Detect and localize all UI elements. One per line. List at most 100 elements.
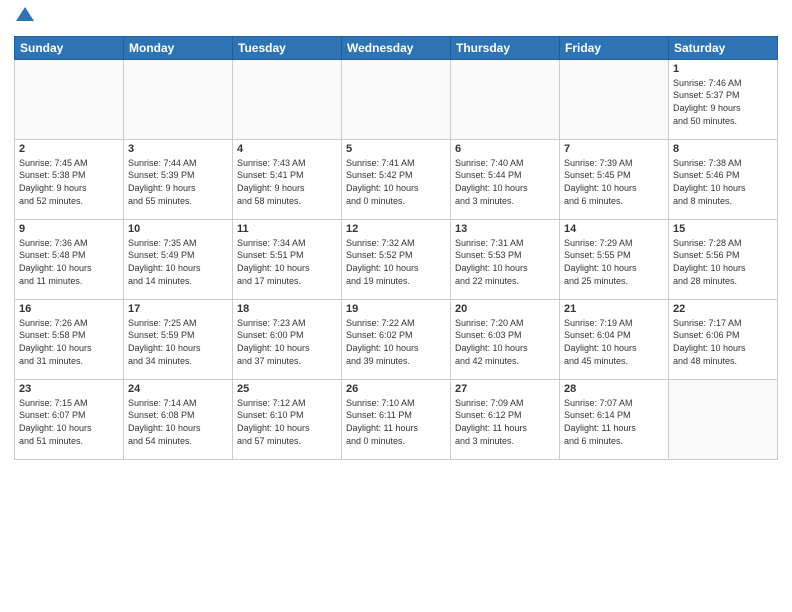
day-cell: 28 Sunrise: 7:07 AM Sunset: 6:14 PM Dayli…	[560, 379, 669, 459]
day-cell: 13 Sunrise: 7:31 AM Sunset: 5:53 PM Dayli…	[451, 219, 560, 299]
day-number: 2	[19, 143, 119, 155]
day-number: 19	[346, 303, 446, 315]
day-cell	[15, 59, 124, 139]
day-cell: 17 Sunrise: 7:25 AM Sunset: 5:59 PM Dayli…	[124, 299, 233, 379]
day-number: 17	[128, 303, 228, 315]
logo-text	[14, 10, 34, 30]
day-cell: 27 Sunrise: 7:09 AM Sunset: 6:12 PM Dayli…	[451, 379, 560, 459]
day-number: 24	[128, 383, 228, 395]
day-info: Sunrise: 7:07 AM Sunset: 6:14 PM Dayligh…	[564, 397, 664, 447]
day-cell: 6 Sunrise: 7:40 AM Sunset: 5:44 PM Daylig…	[451, 139, 560, 219]
day-cell: 21 Sunrise: 7:19 AM Sunset: 6:04 PM Dayli…	[560, 299, 669, 379]
day-info: Sunrise: 7:45 AM Sunset: 5:38 PM Dayligh…	[19, 157, 119, 207]
week-row-2: 9Sunrise: 7:36 AM Sunset: 5:48 PM Daylig…	[15, 219, 778, 299]
day-number: 3	[128, 143, 228, 155]
day-cell: 11 Sunrise: 7:34 AM Sunset: 5:51 PM Dayli…	[233, 219, 342, 299]
day-number: 11	[237, 223, 337, 235]
weekday-header-monday: Monday	[124, 36, 233, 59]
week-row-0: 1 Sunrise: 7:46 AM Sunset: 5:37 PM Daylig…	[15, 59, 778, 139]
day-info: Sunrise: 7:46 AM Sunset: 5:37 PM Dayligh…	[673, 77, 773, 127]
day-cell: 9Sunrise: 7:36 AM Sunset: 5:48 PM Daylig…	[15, 219, 124, 299]
day-cell: 23 Sunrise: 7:15 AM Sunset: 6:07 PM Dayli…	[15, 379, 124, 459]
day-info: Sunrise: 7:19 AM Sunset: 6:04 PM Dayligh…	[564, 317, 664, 367]
day-number: 8	[673, 143, 773, 155]
day-info: Sunrise: 7:17 AM Sunset: 6:06 PM Dayligh…	[673, 317, 773, 367]
day-cell	[124, 59, 233, 139]
day-cell	[451, 59, 560, 139]
day-number: 15	[673, 223, 773, 235]
logo	[14, 10, 34, 30]
day-cell: 7Sunrise: 7:39 AM Sunset: 5:45 PM Daylig…	[560, 139, 669, 219]
day-info: Sunrise: 7:28 AM Sunset: 5:56 PM Dayligh…	[673, 237, 773, 287]
day-cell: 4 Sunrise: 7:43 AM Sunset: 5:41 PM Daylig…	[233, 139, 342, 219]
day-info: Sunrise: 7:14 AM Sunset: 6:08 PM Dayligh…	[128, 397, 228, 447]
day-info: Sunrise: 7:12 AM Sunset: 6:10 PM Dayligh…	[237, 397, 337, 447]
day-number: 26	[346, 383, 446, 395]
day-number: 27	[455, 383, 555, 395]
day-cell	[560, 59, 669, 139]
page: SundayMondayTuesdayWednesdayThursdayFrid…	[0, 0, 792, 612]
day-cell: 5Sunrise: 7:41 AM Sunset: 5:42 PM Daylig…	[342, 139, 451, 219]
day-cell: 3 Sunrise: 7:44 AM Sunset: 5:39 PM Daylig…	[124, 139, 233, 219]
calendar: SundayMondayTuesdayWednesdayThursdayFrid…	[14, 36, 778, 460]
weekday-header-tuesday: Tuesday	[233, 36, 342, 59]
day-cell: 1 Sunrise: 7:46 AM Sunset: 5:37 PM Daylig…	[669, 59, 778, 139]
day-info: Sunrise: 7:43 AM Sunset: 5:41 PM Dayligh…	[237, 157, 337, 207]
weekday-header-friday: Friday	[560, 36, 669, 59]
day-info: Sunrise: 7:34 AM Sunset: 5:51 PM Dayligh…	[237, 237, 337, 287]
day-number: 1	[673, 63, 773, 75]
week-row-4: 23 Sunrise: 7:15 AM Sunset: 6:07 PM Dayli…	[15, 379, 778, 459]
day-number: 4	[237, 143, 337, 155]
day-cell: 22 Sunrise: 7:17 AM Sunset: 6:06 PM Dayli…	[669, 299, 778, 379]
week-row-1: 2 Sunrise: 7:45 AM Sunset: 5:38 PM Daylig…	[15, 139, 778, 219]
day-cell: 16 Sunrise: 7:26 AM Sunset: 5:58 PM Dayli…	[15, 299, 124, 379]
weekday-header-wednesday: Wednesday	[342, 36, 451, 59]
day-info: Sunrise: 7:31 AM Sunset: 5:53 PM Dayligh…	[455, 237, 555, 287]
day-info: Sunrise: 7:38 AM Sunset: 5:46 PM Dayligh…	[673, 157, 773, 207]
day-info: Sunrise: 7:09 AM Sunset: 6:12 PM Dayligh…	[455, 397, 555, 447]
week-row-3: 16 Sunrise: 7:26 AM Sunset: 5:58 PM Dayli…	[15, 299, 778, 379]
day-info: Sunrise: 7:40 AM Sunset: 5:44 PM Dayligh…	[455, 157, 555, 207]
day-cell: 10 Sunrise: 7:35 AM Sunset: 5:49 PM Dayli…	[124, 219, 233, 299]
day-number: 12	[346, 223, 446, 235]
day-info: Sunrise: 7:15 AM Sunset: 6:07 PM Dayligh…	[19, 397, 119, 447]
day-number: 22	[673, 303, 773, 315]
day-cell: 18 Sunrise: 7:23 AM Sunset: 6:00 PM Dayli…	[233, 299, 342, 379]
day-cell: 15 Sunrise: 7:28 AM Sunset: 5:56 PM Dayli…	[669, 219, 778, 299]
day-info: Sunrise: 7:10 AM Sunset: 6:11 PM Dayligh…	[346, 397, 446, 447]
day-info: Sunrise: 7:26 AM Sunset: 5:58 PM Dayligh…	[19, 317, 119, 367]
day-number: 9	[19, 223, 119, 235]
logo-triangle-icon	[16, 7, 34, 25]
day-info: Sunrise: 7:20 AM Sunset: 6:03 PM Dayligh…	[455, 317, 555, 367]
day-cell: 2 Sunrise: 7:45 AM Sunset: 5:38 PM Daylig…	[15, 139, 124, 219]
header	[14, 10, 778, 30]
day-cell: 8 Sunrise: 7:38 AM Sunset: 5:46 PM Daylig…	[669, 139, 778, 219]
weekday-header-thursday: Thursday	[451, 36, 560, 59]
day-number: 20	[455, 303, 555, 315]
day-number: 10	[128, 223, 228, 235]
day-cell: 24 Sunrise: 7:14 AM Sunset: 6:08 PM Dayli…	[124, 379, 233, 459]
day-number: 7	[564, 143, 664, 155]
weekday-header-row: SundayMondayTuesdayWednesdayThursdayFrid…	[15, 36, 778, 59]
day-number: 13	[455, 223, 555, 235]
day-cell: 12 Sunrise: 7:32 AM Sunset: 5:52 PM Dayli…	[342, 219, 451, 299]
day-number: 14	[564, 223, 664, 235]
day-cell	[669, 379, 778, 459]
day-number: 28	[564, 383, 664, 395]
day-info: Sunrise: 7:44 AM Sunset: 5:39 PM Dayligh…	[128, 157, 228, 207]
day-info: Sunrise: 7:22 AM Sunset: 6:02 PM Dayligh…	[346, 317, 446, 367]
day-cell: 14Sunrise: 7:29 AM Sunset: 5:55 PM Dayli…	[560, 219, 669, 299]
day-cell	[342, 59, 451, 139]
day-number: 21	[564, 303, 664, 315]
day-number: 23	[19, 383, 119, 395]
day-info: Sunrise: 7:41 AM Sunset: 5:42 PM Dayligh…	[346, 157, 446, 207]
day-info: Sunrise: 7:32 AM Sunset: 5:52 PM Dayligh…	[346, 237, 446, 287]
day-cell	[233, 59, 342, 139]
weekday-header-saturday: Saturday	[669, 36, 778, 59]
day-info: Sunrise: 7:35 AM Sunset: 5:49 PM Dayligh…	[128, 237, 228, 287]
day-number: 16	[19, 303, 119, 315]
day-number: 18	[237, 303, 337, 315]
day-number: 6	[455, 143, 555, 155]
day-info: Sunrise: 7:25 AM Sunset: 5:59 PM Dayligh…	[128, 317, 228, 367]
day-info: Sunrise: 7:23 AM Sunset: 6:00 PM Dayligh…	[237, 317, 337, 367]
